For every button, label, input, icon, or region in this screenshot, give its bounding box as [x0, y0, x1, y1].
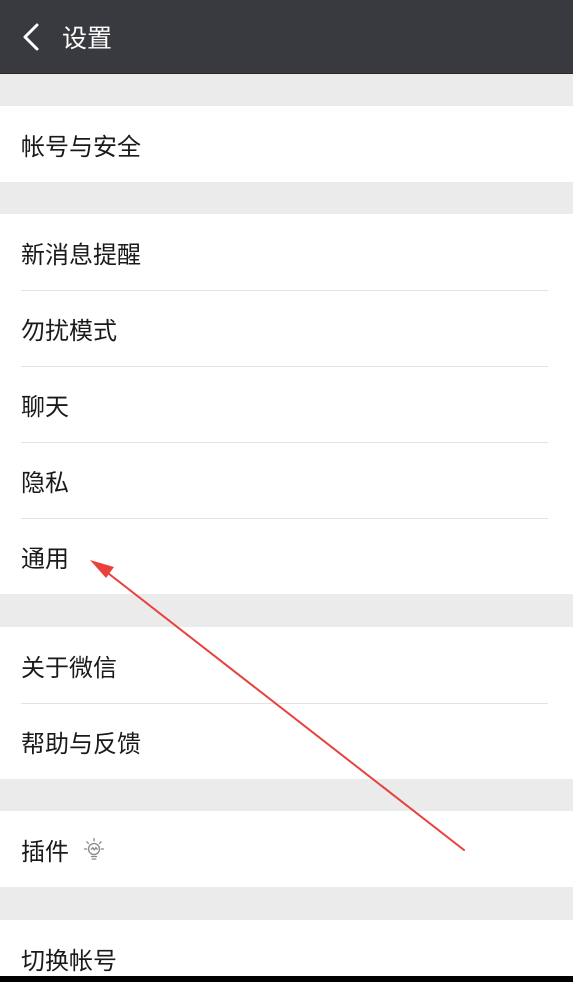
plugins-label: 插件: [21, 837, 69, 866]
settings-group-preferences: 新消息提醒 勿扰模式 聊天 隐私 通用: [0, 214, 573, 594]
settings-group-account: 帐号与安全: [0, 106, 573, 182]
help-feedback-item[interactable]: 帮助与反馈: [0, 703, 573, 779]
do-not-disturb-item[interactable]: 勿扰模式: [0, 290, 573, 366]
account-security-item[interactable]: 帐号与安全: [0, 106, 573, 182]
switch-account-label: 切换帐号: [21, 946, 117, 975]
settings-group-switch: 切换帐号: [0, 920, 573, 996]
title-bar: 设置: [0, 0, 573, 74]
chat-label: 聊天: [21, 392, 69, 421]
back-button[interactable]: [6, 0, 56, 74]
chat-item[interactable]: 聊天: [0, 366, 573, 442]
plugins-item[interactable]: 插件: [0, 811, 573, 887]
do-not-disturb-label: 勿扰模式: [21, 316, 117, 345]
settings-group-plugins: 插件: [0, 811, 573, 887]
page-title: 设置: [62, 23, 113, 53]
settings-group-about: 关于微信 帮助与反馈: [0, 627, 573, 779]
new-message-alert-label: 新消息提醒: [21, 240, 141, 269]
help-feedback-label: 帮助与反馈: [21, 729, 141, 758]
bottom-edge: [0, 976, 573, 982]
account-security-label: 帐号与安全: [21, 132, 141, 161]
new-message-alert-item[interactable]: 新消息提醒: [0, 214, 573, 290]
general-label: 通用: [21, 544, 69, 573]
switch-account-item[interactable]: 切换帐号: [0, 920, 573, 996]
about-wechat-label: 关于微信: [21, 653, 117, 682]
privacy-item[interactable]: 隐私: [0, 442, 573, 518]
general-item[interactable]: 通用: [0, 518, 573, 594]
about-wechat-item[interactable]: 关于微信: [0, 627, 573, 703]
lightbulb-icon: [83, 837, 105, 861]
privacy-label: 隐私: [21, 468, 69, 497]
chevron-left-icon: [23, 23, 39, 50]
